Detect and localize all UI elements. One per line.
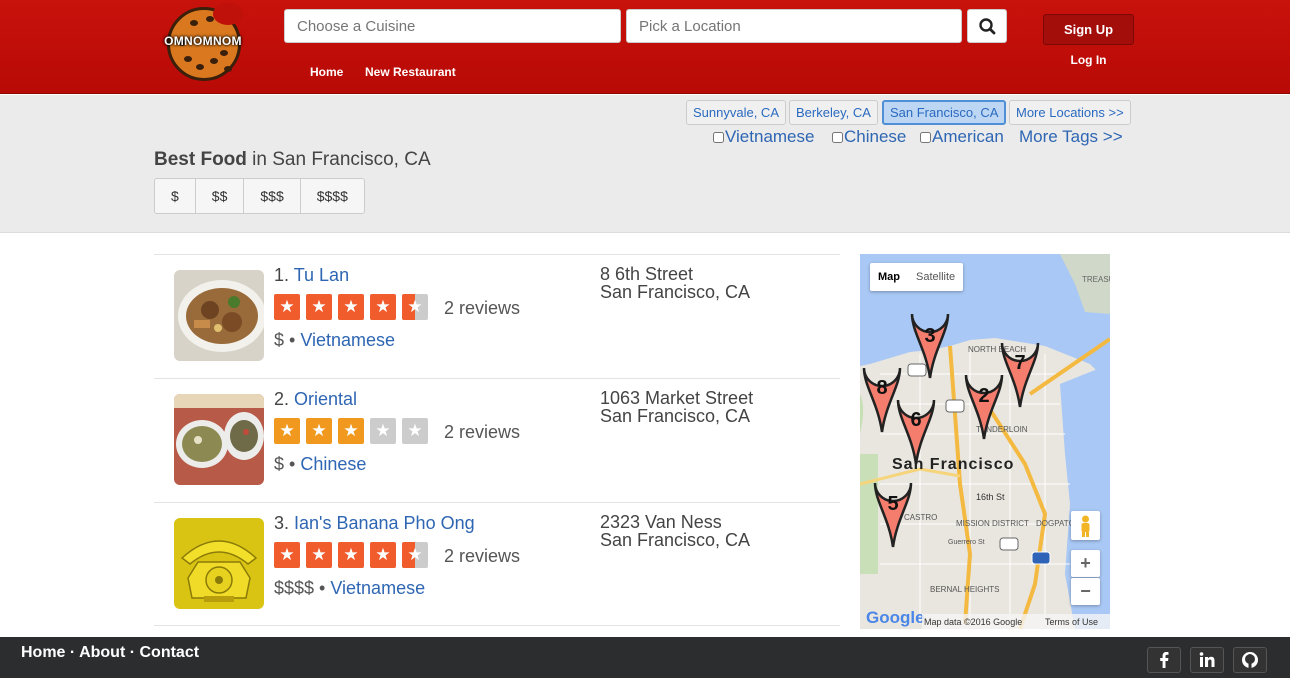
review-count: 2 reviews [444, 298, 521, 318]
map-type-toggle: Map Satellite [870, 263, 964, 291]
map-type-map-button[interactable]: Map [870, 263, 908, 291]
address: 2323 Van Ness San Francisco, CA [600, 512, 751, 550]
price-1-button[interactable]: $ [155, 179, 196, 213]
search-button[interactable] [967, 9, 1007, 43]
tag-american-checkbox[interactable] [920, 131, 931, 143]
map-label: 16th St [976, 492, 1005, 502]
svg-text:8: 8 [876, 377, 887, 399]
map-label: Guerrero St [948, 539, 985, 546]
price-2-button[interactable]: $$ [196, 179, 245, 213]
star-icon: ★ [306, 542, 332, 568]
footer-about-link[interactable]: About [79, 644, 125, 661]
list-item: 2. Oriental ★ ★ ★ ★ ★ 2 reviews $ • Chinese … [154, 378, 840, 502]
zoom-out-button[interactable]: − [1071, 578, 1100, 605]
pegman-icon[interactable] [1071, 511, 1100, 540]
github-icon[interactable] [1233, 647, 1267, 673]
svg-text:2: 2 [978, 385, 989, 407]
results-map[interactable]: San Francisco NORTH BEACH TENDERLOIN 16t… [860, 254, 1110, 629]
address: 1063 Market Street San Francisco, CA [600, 388, 754, 426]
login-link[interactable]: Log In [1043, 53, 1134, 67]
restaurant-name-link[interactable]: Oriental [294, 389, 357, 409]
rating-stars: ★ ★ ★ ★ ★ [274, 542, 434, 568]
star-icon: ★ [306, 418, 332, 444]
category-link[interactable]: Vietnamese [330, 578, 425, 598]
location-sunnyvale-button[interactable]: Sunnyvale, CA [686, 100, 786, 125]
star-icon: ★ [338, 294, 364, 320]
review-count: 2 reviews [444, 422, 521, 442]
map-attribution: Map data ©2016 Google [924, 617, 1022, 627]
logo[interactable]: OMNOMNOM [155, 3, 251, 83]
linkedin-icon[interactable] [1190, 647, 1224, 673]
cuisine-input[interactable] [284, 9, 621, 43]
svg-text:7: 7 [1014, 352, 1025, 374]
star-icon: ★ [274, 542, 300, 568]
star-icon: ★ [370, 542, 396, 568]
star-icon: ★ [370, 418, 396, 444]
address: 8 6th Street San Francisco, CA [600, 264, 751, 302]
location-input[interactable] [626, 9, 962, 43]
zoom-in-button[interactable]: + [1071, 550, 1100, 577]
tag-american[interactable]: American [920, 127, 1004, 147]
rating-stars: ★ ★ ★ ★ ★ [274, 294, 434, 320]
tag-chinese[interactable]: Chinese [832, 127, 906, 147]
facebook-icon[interactable] [1147, 647, 1181, 673]
svg-text:5: 5 [887, 493, 898, 515]
svg-text:3: 3 [924, 325, 935, 347]
tag-vietnamese-checkbox[interactable] [713, 131, 724, 143]
tag-vietnamese[interactable]: Vietnamese [713, 127, 814, 147]
star-icon: ★ [274, 418, 300, 444]
restaurant-name-link[interactable]: Tu Lan [294, 265, 349, 285]
map-terms-link[interactable]: Terms of Use [1045, 617, 1098, 627]
search-icon [979, 18, 996, 35]
star-icon: ★ [338, 418, 364, 444]
star-icon: ★ [402, 542, 428, 568]
site-header: OMNOMNOM Home New Restaurant Sign Up Log… [0, 0, 1290, 94]
list-item: 1. Tu Lan ★ ★ ★ ★ ★ 2 reviews $ • Vietnamese… [154, 254, 840, 378]
price-level: $$$$ [274, 578, 315, 598]
more-tags-link[interactable]: More Tags >> [1019, 127, 1123, 147]
review-count: 2 reviews [444, 546, 521, 566]
map-type-satellite-button[interactable]: Satellite [908, 263, 963, 291]
nav-home[interactable]: Home [310, 65, 343, 79]
price-level: $ [274, 454, 285, 474]
list-item: 3. Ian's Banana Pho Ong ★ ★ ★ ★ ★ 2 reviews … [154, 502, 840, 626]
category-link[interactable]: Chinese [300, 454, 366, 474]
star-icon: ★ [338, 542, 364, 568]
footer-home-link[interactable]: Home [21, 644, 65, 661]
footer-contact-link[interactable]: Contact [140, 644, 200, 661]
more-locations-button[interactable]: More Locations >> [1009, 100, 1131, 125]
map-label: TREASURE ISLAND [1082, 275, 1110, 284]
restaurant-name-link[interactable]: Ian's Banana Pho Ong [294, 513, 475, 533]
star-icon: ★ [370, 294, 396, 320]
price-level: $ [274, 330, 285, 350]
map-label: MISSION DISTRICT [956, 519, 1029, 528]
restaurant-photo[interactable] [174, 270, 264, 361]
google-logo: Google [866, 608, 925, 627]
site-footer: Home · About · Contact [0, 637, 1290, 678]
location-san-francisco-button[interactable]: San Francisco, CA [882, 100, 1007, 125]
map-city-label: San Francisco [892, 456, 1014, 473]
restaurant-photo[interactable] [174, 518, 264, 609]
location-berkeley-button[interactable]: Berkeley, CA [789, 100, 878, 125]
restaurant-photo[interactable] [174, 394, 264, 485]
logo-text: OMNOMNOM [164, 34, 242, 48]
price-3-button[interactable]: $$$ [244, 179, 301, 213]
star-icon: ★ [402, 418, 428, 444]
rating-stars: ★ ★ ★ ★ ★ [274, 418, 434, 444]
star-icon: ★ [306, 294, 332, 320]
map-label: CASTRO [904, 513, 937, 522]
category-link[interactable]: Vietnamese [300, 330, 395, 350]
star-icon: ★ [402, 294, 428, 320]
tag-chinese-checkbox[interactable] [832, 131, 843, 143]
nav-new-restaurant[interactable]: New Restaurant [365, 65, 456, 79]
price-4-button[interactable]: $$$$ [301, 179, 364, 213]
star-icon: ★ [274, 294, 300, 320]
results-list: 1. Tu Lan ★ ★ ★ ★ ★ 2 reviews $ • Vietnamese… [154, 254, 840, 626]
map-label: BERNAL HEIGHTS [930, 585, 1000, 594]
signup-button[interactable]: Sign Up [1043, 14, 1134, 45]
price-filter-group: $ $$ $$$ $$$$ [154, 178, 365, 214]
svg-text:6: 6 [910, 409, 921, 431]
page-title: Best Food in San Francisco, CA [154, 149, 431, 170]
